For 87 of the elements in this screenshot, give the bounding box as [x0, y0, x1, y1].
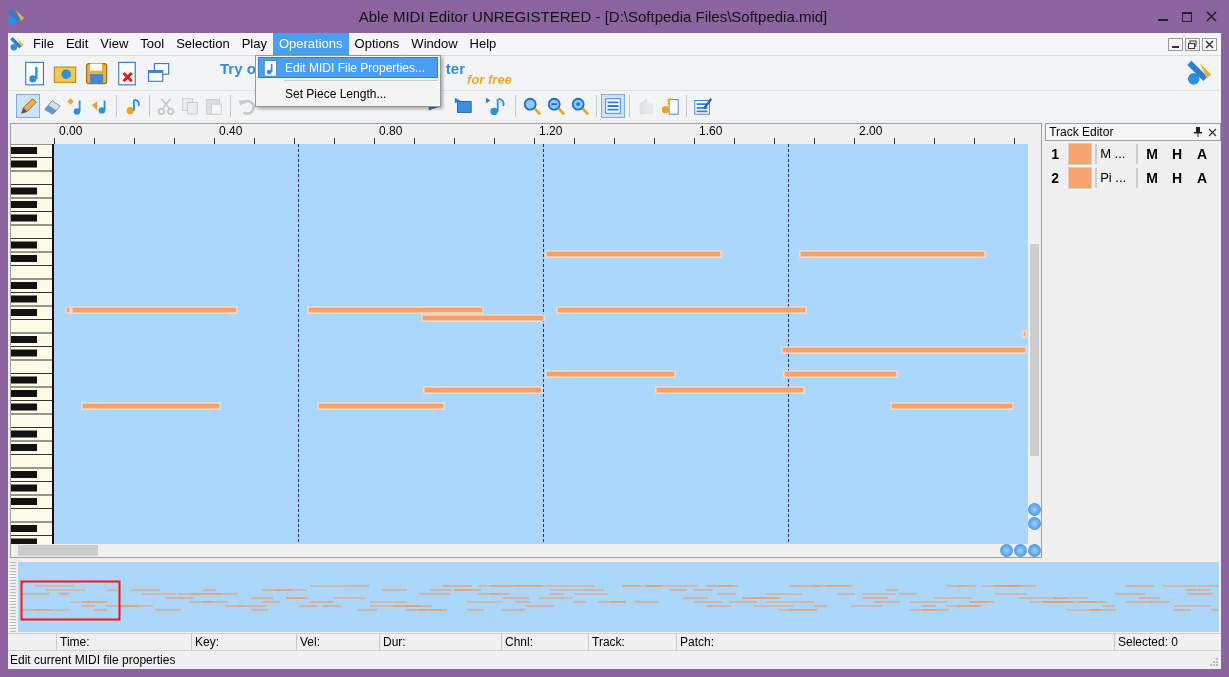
- tool-button[interactable]: [16, 93, 40, 118]
- status-text: Edit current MIDI file properties: [10, 652, 177, 669]
- status-field: Key:: [191, 634, 296, 650]
- close-icon[interactable]: [1208, 127, 1217, 137]
- menu-item[interactable]: File: [27, 33, 60, 55]
- ruler-label: 1.60: [699, 124, 723, 138]
- note-icon: [485, 95, 505, 116]
- note-bar[interactable]: [890, 402, 1014, 410]
- menu-item[interactable]: Selection: [170, 33, 236, 55]
- status-field: Time:: [56, 634, 191, 650]
- track-toggle-button[interactable]: M: [1141, 146, 1164, 162]
- status-field: Selected: 0: [1114, 634, 1216, 650]
- note-bar[interactable]: [545, 370, 676, 378]
- zoom-in-button[interactable]: [1000, 544, 1014, 557]
- menu-item[interactable]: View: [94, 33, 135, 55]
- menu-item[interactable]: Tool: [134, 33, 171, 55]
- list-pen-icon: [693, 95, 713, 116]
- ruler-label: 0.80: [379, 124, 403, 138]
- note-bar[interactable]: [307, 306, 484, 314]
- note-bar[interactable]: [421, 314, 545, 322]
- status-field: Vel:: [296, 634, 379, 650]
- zoom-fit-button[interactable]: [1028, 544, 1042, 557]
- maximize-icon[interactable]: [1182, 11, 1192, 22]
- status-field: Patch:: [676, 634, 1114, 650]
- resize-grip-icon[interactable]: [1209, 657, 1219, 667]
- status-field: Chnl:: [501, 634, 588, 650]
- zoom-in-button[interactable]: [1028, 503, 1042, 516]
- note-bar[interactable]: [781, 346, 1027, 354]
- panel-title: Track Editor: [1049, 125, 1115, 139]
- scrollbar-thumb[interactable]: [1030, 244, 1040, 456]
- note-bar[interactable]: [81, 402, 221, 410]
- note-bar[interactable]: [545, 250, 722, 258]
- track-toggle-button[interactable]: H: [1166, 146, 1189, 162]
- zoom-fit-icon: [570, 95, 590, 116]
- note-bar[interactable]: [799, 250, 986, 258]
- note-bar[interactable]: [317, 402, 445, 410]
- track-toggle-button[interactable]: M: [1141, 170, 1164, 186]
- menu-item[interactable]: Options: [348, 33, 406, 55]
- ruler-label: 1.20: [539, 124, 563, 138]
- zoom-in-icon: [522, 95, 542, 116]
- track-toggle-button[interactable]: A: [1191, 170, 1214, 186]
- window-title: Able MIDI Editor UNREGISTERED - [D:\Softpedia Files\Softpedia.mid]: [357, 8, 829, 25]
- ruler-label: 2.00: [859, 124, 883, 138]
- zoom-out-icon: [546, 95, 566, 116]
- ruler-label: 0.40: [219, 124, 243, 138]
- close-icon[interactable]: [1202, 37, 1217, 51]
- menu-item[interactable]: Play: [235, 33, 273, 55]
- status-field: Dur:: [379, 634, 501, 650]
- piano-roll-grid[interactable]: [54, 144, 1029, 544]
- menu-item[interactable]: Set Piece Length...: [258, 83, 438, 104]
- menu-item[interactable]: Window: [405, 33, 464, 55]
- grip-handle[interactable]: [10, 562, 16, 632]
- zoom-out-button[interactable]: [1028, 517, 1042, 530]
- overview-drawing[interactable]: [18, 562, 1219, 632]
- track-name[interactable]: M ...: [1095, 144, 1139, 164]
- track-name[interactable]: Pi ...: [1095, 168, 1139, 188]
- minimize-icon[interactable]: [1168, 37, 1183, 51]
- note-bar[interactable]: [655, 386, 805, 394]
- note-bar[interactable]: [783, 370, 898, 378]
- tool-button[interactable]: [601, 93, 625, 118]
- track-color-swatch[interactable]: [1068, 167, 1093, 189]
- banner-subtitle: for free: [467, 72, 512, 88]
- note-bar[interactable]: [423, 386, 543, 394]
- track-color-swatch[interactable]: [1068, 143, 1093, 165]
- list-icon: [603, 95, 623, 116]
- zoom-out-button[interactable]: [1014, 544, 1028, 557]
- play-window-icon: [453, 95, 473, 116]
- menu-item[interactable]: Edit: [59, 33, 95, 55]
- restore-icon[interactable]: [1185, 37, 1200, 51]
- pin-icon[interactable]: [1194, 127, 1202, 137]
- status-field: Track:: [588, 634, 676, 650]
- track-toggle-button[interactable]: A: [1191, 146, 1214, 162]
- track-number: 2: [1050, 170, 1061, 186]
- banner-text: Try o: [220, 60, 256, 78]
- menu-item[interactable]: Help: [463, 33, 503, 55]
- banner-text: ter: [445, 60, 466, 78]
- track-number: 1: [1050, 146, 1061, 162]
- note-bar[interactable]: [556, 306, 807, 314]
- pencil-icon: [18, 95, 38, 116]
- track-toggle-button[interactable]: H: [1166, 170, 1189, 186]
- scrollbar-thumb[interactable]: [18, 545, 98, 556]
- viewport-frame[interactable]: [20, 580, 121, 621]
- note-bar[interactable]: [1022, 330, 1027, 338]
- ruler-label: 0.00: [59, 124, 83, 138]
- note-page-icon: [660, 95, 680, 116]
- page-icon: [261, 58, 279, 77]
- copy-icon: [180, 95, 200, 116]
